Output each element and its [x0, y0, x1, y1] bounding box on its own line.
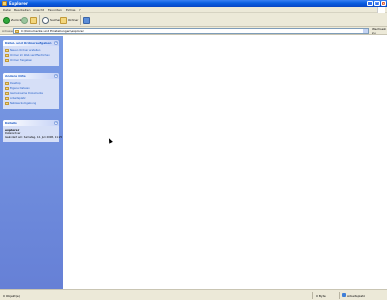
- status-divider: [312, 292, 313, 299]
- go-button[interactable]: Wechseln zu: [371, 27, 387, 35]
- views-button[interactable]: [83, 15, 90, 25]
- up-button[interactable]: [30, 15, 37, 25]
- collapse-icon[interactable]: ^: [54, 74, 58, 78]
- place-label: Eigene Dateien: [10, 87, 30, 90]
- place-label: Netzwerkumgebung: [10, 102, 37, 105]
- toolbar-divider: [39, 15, 40, 25]
- back-label: Zurück: [11, 18, 22, 22]
- task-label: Neuen Ordner erstellen: [10, 49, 41, 52]
- folders-button[interactable]: Ordner: [60, 15, 78, 25]
- globe-folder-icon: [5, 54, 9, 57]
- status-zone: Arbeitsplatz: [347, 294, 365, 298]
- computer-icon: [342, 293, 346, 297]
- menu-tools[interactable]: Extras: [66, 8, 75, 12]
- menu-help[interactable]: ?: [79, 8, 81, 12]
- network-icon: [5, 102, 9, 105]
- folders-icon: [60, 16, 67, 24]
- mouse-cursor-icon: [107, 137, 113, 144]
- place-label: Desktop: [10, 82, 21, 85]
- status-divider: [339, 292, 340, 299]
- folder-icon: [15, 30, 19, 33]
- menu-file[interactable]: Datei: [3, 8, 11, 12]
- go-label: Wechseln zu: [372, 27, 387, 35]
- maximize-button[interactable]: □: [374, 1, 380, 6]
- folders-label: Ordner: [68, 18, 79, 22]
- panel-title: Andere Orte: [5, 74, 26, 78]
- back-arrow-icon: [3, 16, 10, 24]
- search-icon: [42, 16, 49, 24]
- address-input[interactable]: C:\Dokumente und Einstellungen\explorer: [13, 28, 369, 34]
- place-network[interactable]: Netzwerkumgebung: [5, 101, 57, 106]
- forward-arrow-icon: [21, 16, 28, 24]
- file-tasks-panel: Datei- und Ordneraufgaben ^ Neuen Ordner…: [3, 40, 59, 66]
- address-value: C:\Dokumente und Einstellungen\explorer: [21, 29, 84, 33]
- other-places-panel: Andere Orte ^ Desktop Eigene Dateien Gem…: [3, 73, 59, 109]
- file-list-view[interactable]: [63, 36, 387, 289]
- task-label: Ordner freigeben: [10, 59, 33, 62]
- folder-up-icon: [30, 16, 37, 24]
- panel-header[interactable]: Details ^: [3, 120, 59, 126]
- minimize-button[interactable]: _: [367, 1, 373, 6]
- collapse-icon[interactable]: ^: [54, 121, 58, 125]
- task-share-folder[interactable]: Ordner freigeben: [5, 58, 57, 63]
- back-button[interactable]: Zurück: [3, 15, 21, 25]
- status-object-count: 0 Objekt(e): [3, 294, 20, 298]
- details-panel: Details ^ explorer Dateiordner Geändert …: [3, 120, 63, 142]
- chevron-down-icon[interactable]: [363, 29, 368, 33]
- menu-edit[interactable]: Bearbeiten: [14, 8, 30, 12]
- panel-header[interactable]: Datei- und Ordneraufgaben ^: [3, 40, 59, 46]
- views-icon: [83, 16, 90, 24]
- panel-title: Details: [5, 121, 17, 125]
- computer-icon: [5, 97, 9, 100]
- task-label: Ordner im Web veröffentlichen: [10, 54, 50, 57]
- close-button[interactable]: ×: [381, 1, 386, 6]
- title-bar[interactable]: Explorer _ □ ×: [0, 0, 387, 7]
- folder-icon: [2, 1, 7, 6]
- toolbar-divider: [80, 15, 81, 25]
- details-modified: Geändert am: Samstag, 12. Juli 2008, 11:…: [5, 135, 63, 139]
- search-button[interactable]: Suchen: [42, 15, 61, 25]
- menu-favorites[interactable]: Favoriten: [48, 8, 62, 12]
- place-label: Arbeitsplatz: [10, 97, 26, 100]
- menu-view[interactable]: Ansicht: [33, 8, 44, 12]
- toolbar: Zurück Suchen Ordner: [0, 13, 387, 27]
- folder-icon: [5, 92, 9, 95]
- window-title: Explorer: [9, 1, 28, 6]
- panel-header[interactable]: Andere Orte ^: [3, 73, 59, 79]
- status-bar: 0 Objekt(e) 0 Byte Arbeitsplatz: [0, 289, 387, 300]
- collapse-icon[interactable]: ^: [54, 41, 58, 45]
- forward-button[interactable]: [21, 15, 28, 25]
- new-folder-icon: [5, 49, 9, 52]
- address-bar: Adresse C:\Dokumente und Einstellungen\e…: [0, 27, 387, 35]
- panel-title: Datei- und Ordneraufgaben: [5, 41, 52, 45]
- task-pane: Datei- und Ordneraufgaben ^ Neuen Ordner…: [0, 36, 63, 289]
- folder-icon: [5, 87, 9, 90]
- share-folder-icon: [5, 59, 9, 62]
- place-label: Gemeinsame Dokumente: [10, 92, 44, 95]
- desktop-icon: [5, 82, 9, 85]
- status-size: 0 Byte: [316, 294, 326, 298]
